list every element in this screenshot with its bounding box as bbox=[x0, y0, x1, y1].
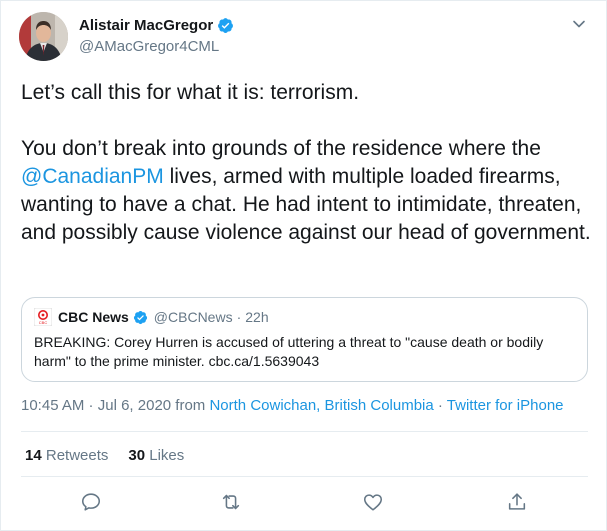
author-display-name[interactable]: Alistair MacGregor bbox=[79, 17, 213, 34]
meta-from: from bbox=[171, 397, 210, 414]
author-handle[interactable]: @AMacGregor4CML bbox=[79, 38, 219, 55]
author-name-line: Alistair MacGregor bbox=[79, 17, 234, 34]
divider bbox=[21, 431, 588, 432]
tweet-paragraph-1: Let’s call this for what it is: terroris… bbox=[21, 81, 360, 104]
quoted-tweet[interactable]: CBC CBC News @CBCNews · 22h BREAKING: Co… bbox=[21, 297, 588, 382]
retweets-label: Retweets bbox=[41, 447, 109, 464]
avatar-image bbox=[19, 12, 68, 61]
location-link[interactable]: North Cowichan, British Columbia bbox=[209, 397, 433, 414]
cbc-logo-icon: CBC bbox=[33, 307, 53, 327]
tweet-time[interactable]: 10:45 AM bbox=[21, 397, 84, 414]
tweet-text-segment: You don’t break into grounds of the resi… bbox=[21, 137, 541, 160]
divider bbox=[21, 476, 588, 477]
verified-badge-icon bbox=[217, 17, 234, 34]
meta-separator: · bbox=[84, 397, 98, 414]
share-icon[interactable] bbox=[506, 491, 528, 513]
quoted-display-name: CBC News bbox=[58, 309, 129, 325]
tweet-paragraph-2: You don’t break into grounds of the resi… bbox=[21, 135, 591, 247]
quoted-timestamp: 22h bbox=[245, 309, 269, 325]
quoted-tweet-header: CBC CBC News @CBCNews · 22h bbox=[33, 307, 269, 327]
source-link[interactable]: Twitter for iPhone bbox=[447, 397, 564, 414]
reply-icon[interactable] bbox=[80, 491, 102, 513]
retweet-icon[interactable] bbox=[220, 491, 242, 513]
tweet-date[interactable]: Jul 6, 2020 bbox=[98, 397, 171, 414]
likes-label: Likes bbox=[145, 447, 185, 464]
retweets-count: 14 bbox=[25, 447, 42, 464]
avatar[interactable] bbox=[19, 12, 68, 61]
like-icon[interactable] bbox=[362, 491, 384, 513]
tweet-actions bbox=[1, 491, 607, 519]
tweet-text: Let’s call this for what it is: terroris… bbox=[21, 79, 591, 247]
verified-badge-icon bbox=[133, 310, 148, 325]
chevron-down-icon[interactable] bbox=[572, 17, 586, 31]
tweet-stats: 14 Retweets 30 Likes bbox=[25, 447, 204, 464]
quoted-handle: @CBCNews bbox=[153, 309, 233, 325]
likes-stat[interactable]: 30 Likes bbox=[128, 447, 184, 464]
quoted-tweet-text: BREAKING: Corey Hurren is accused of utt… bbox=[34, 334, 544, 369]
quoted-separator: · bbox=[236, 309, 242, 325]
tweet-card: Alistair MacGregor @AMacGregor4CML Let’s… bbox=[0, 0, 607, 531]
retweets-stat[interactable]: 14 Retweets bbox=[25, 447, 108, 464]
mention-link[interactable]: @CanadianPM bbox=[21, 165, 164, 188]
tweet-metadata: 10:45 AM · Jul 6, 2020 from North Cowich… bbox=[21, 397, 564, 414]
likes-count: 30 bbox=[128, 447, 146, 464]
cbc-logo-text: CBC bbox=[39, 320, 48, 325]
meta-separator: · bbox=[433, 397, 447, 414]
